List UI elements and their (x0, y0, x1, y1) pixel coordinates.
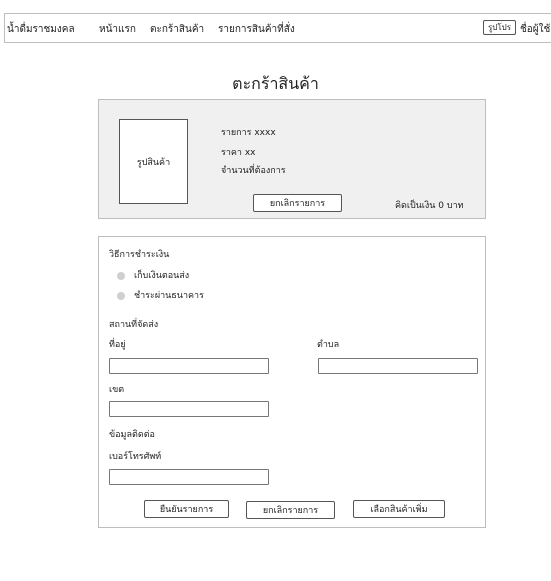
item-price: ราคา xx (221, 148, 256, 158)
payment-option-bank-label: ชำระผ่านธนาคาร (134, 291, 204, 301)
nav-cart[interactable]: ตะกร้าสินค้า (150, 22, 204, 37)
cart-item-card: รูปสินค้า รายการ xxxx ราคา xx จำนวนที่ต้… (98, 99, 486, 219)
payment-option-cod-label: เก็บเงินตอนส่ง (134, 271, 190, 281)
nav-home[interactable]: หน้าแรก (99, 22, 136, 37)
more-products-button[interactable]: เลือกสินค้าเพิ่ม (353, 500, 445, 518)
district-label: เขต (109, 385, 125, 395)
cancel-item-button[interactable]: ยกเลิกรายการ (253, 194, 342, 212)
item-name: รายการ xxxx (221, 128, 276, 138)
shipping-heading: สถานที่จัดส่ง (109, 320, 159, 330)
district-field[interactable] (109, 401, 269, 417)
item-quantity: จำนวนที่ต้องการ (221, 166, 286, 176)
brand-name[interactable]: น้ำดื่มราชมงคล (7, 22, 75, 37)
product-image-placeholder: รูปสินค้า (119, 119, 188, 204)
payment-method-heading: วิธีการชำระเงิน (109, 250, 170, 260)
phone-label: เบอร์โทรศัพท์ (109, 452, 162, 462)
cancel-order-button[interactable]: ยกเลิกรายการ (246, 501, 335, 519)
checkout-card: วิธีการชำระเงิน เก็บเงินตอนส่ง ชำระผ่านธ… (98, 236, 486, 528)
confirm-order-button[interactable]: ยืนยันรายการ (144, 500, 229, 518)
address-field[interactable] (109, 358, 269, 374)
product-image-label: รูปสินค้า (136, 157, 171, 168)
address-label: ที่อยู่ (109, 340, 126, 350)
subdistrict-label: ตำบล (317, 340, 340, 350)
payment-option-cod-radio[interactable] (117, 272, 125, 280)
phone-field[interactable] (109, 469, 269, 485)
contact-heading: ข้อมูลติดต่อ (109, 430, 155, 440)
page-title: ตะกร้าสินค้า (232, 74, 319, 93)
profile-photo-button[interactable]: รูปโปร (483, 20, 517, 35)
top-navbar: น้ำดื่มราชมงคล หน้าแรก ตะกร้าสินค้า รายก… (4, 13, 551, 43)
payment-option-bank-radio[interactable] (117, 292, 125, 300)
nav-username[interactable]: ชื่อผู้ใช้ (520, 22, 550, 37)
subdistrict-field[interactable] (318, 358, 478, 374)
item-total: คิดเป็นเงิน 0 บาท (395, 201, 464, 211)
nav-orders[interactable]: รายการสินค้าที่สั่ง (218, 22, 295, 37)
